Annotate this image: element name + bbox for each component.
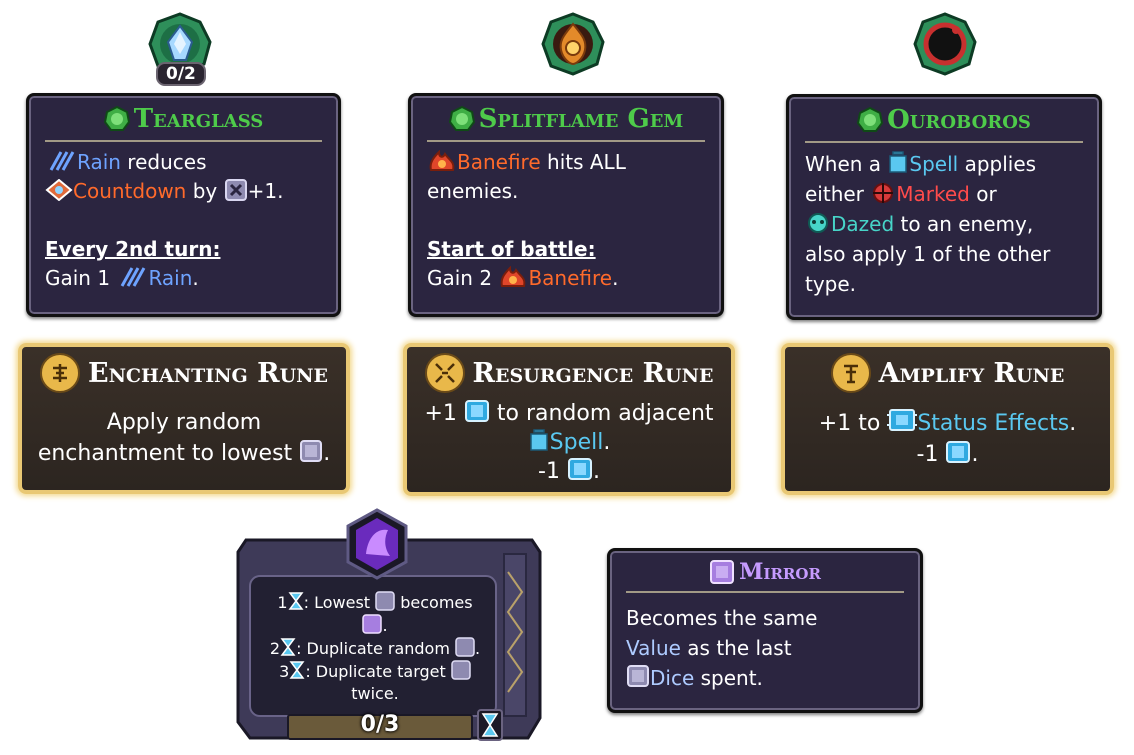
tearglass-counter: 0/2 (156, 62, 206, 86)
spell-keyword[interactable]: Spell (909, 152, 958, 176)
spell-keyword[interactable]: Spell (550, 430, 604, 455)
die-panel-portrait (346, 508, 408, 580)
amplify-rune-icon (830, 353, 871, 393)
banefire-icon (429, 150, 455, 171)
dazed-icon (808, 213, 828, 233)
die-icon (375, 591, 395, 611)
countdown-icon (45, 179, 73, 201)
splitflame-gem-card: Splitflame Gem Banefire hits ALL enemies… (408, 93, 724, 317)
purple-die-icon (362, 614, 383, 634)
enchanting-rune-icon (39, 353, 80, 393)
mirror-icon (710, 560, 735, 584)
ouroboros-relic-medallion[interactable] (913, 12, 977, 76)
banefire-icon (501, 266, 526, 287)
relic-gem-icon (448, 106, 475, 131)
title-divider (427, 140, 705, 142)
blue-die-icon (946, 441, 971, 463)
resurgence-rune-icon (424, 353, 465, 393)
enchanting-rune-card: Enchanting Rune Apply random enchantment… (18, 343, 350, 494)
rain-keyword[interactable]: Rain (148, 266, 192, 290)
multiplier-icon (224, 179, 247, 201)
blue-die-icon (464, 400, 489, 422)
relic-gem-icon (103, 106, 130, 131)
die-ability-row-1: 1: Lowest becomes (277, 591, 473, 612)
dice-icon (627, 665, 649, 687)
blue-die-icon (567, 458, 592, 480)
resurgence-rune-card: Resurgence Rune +1 to random adjacent Sp… (403, 343, 735, 496)
relic-gem-icon (857, 107, 884, 132)
rain-icon (121, 267, 146, 287)
tearglass-title: Tearglass (29, 104, 338, 134)
marked-icon (873, 183, 894, 203)
banefire-keyword[interactable]: Banefire (528, 266, 612, 290)
hourglass-icon (289, 661, 305, 679)
spell-icon (529, 429, 548, 451)
die-panel-rows: 1: Lowest becomes . 2: Duplicate random … (252, 591, 498, 705)
title-divider (626, 591, 904, 593)
banefire-keyword[interactable]: Banefire (457, 150, 541, 174)
die-ability-row-2: 2: Duplicate random . (269, 637, 481, 658)
every-2nd-turn-heading: Every 2nd turn: (45, 237, 221, 261)
splitflame-gem-title: Splitflame Gem (411, 104, 721, 134)
countdown-keyword[interactable]: Countdown (73, 179, 186, 203)
dazed-keyword[interactable]: Dazed (831, 212, 894, 236)
die-icon (300, 440, 323, 462)
dice-keyword[interactable]: Dice (650, 666, 694, 690)
spell-icon (889, 151, 908, 173)
title-divider (805, 141, 1083, 143)
hourglass-icon (280, 638, 296, 656)
enchanting-rune-title: Enchanting Rune (22, 353, 346, 393)
mirror-card: Mirror Becomes the same Value as the las… (607, 548, 923, 713)
tearglass-card: Tearglass Rain reduces Countdown by +1. … (26, 93, 341, 317)
hourglass-icon (477, 709, 503, 741)
resurgence-rune-title: Resurgence Rune (407, 353, 731, 393)
start-of-battle-heading: Start of battle: (427, 237, 596, 261)
title-divider (45, 140, 322, 142)
rain-keyword[interactable]: Rain (77, 150, 121, 174)
die-icon (451, 660, 471, 680)
value-keyword[interactable]: Value (626, 636, 681, 660)
mirror-title: Mirror (610, 559, 920, 585)
ouroboros-title: Ouroboros (789, 105, 1099, 135)
die-ability-row-3: 3: Duplicate target (252, 660, 498, 683)
ouroboros-card: Ouroboros When a Spell applies either Ma… (786, 94, 1102, 320)
amplify-rune-card: Amplify Rune +1 to Status Effects. -1 . (781, 343, 1114, 495)
status-effects-keyword[interactable]: Status Effects (917, 411, 1069, 436)
marked-keyword[interactable]: Marked (896, 182, 970, 206)
rain-icon (49, 151, 75, 171)
die-icon (455, 637, 475, 657)
status-effects-icon (887, 409, 918, 431)
hourglass-icon (288, 592, 304, 610)
amplify-rune-title: Amplify Rune (785, 353, 1110, 393)
charge-counter: 0/3 (360, 712, 400, 737)
splitflame-relic-medallion[interactable] (541, 12, 605, 76)
